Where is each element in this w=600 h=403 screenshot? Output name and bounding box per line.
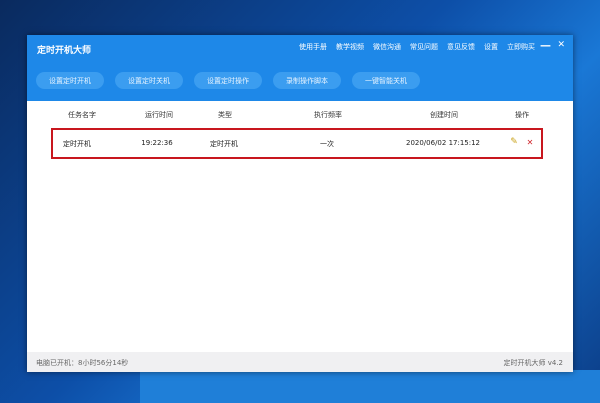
set-shutdown-button[interactable]: 设置定时关机 [115, 72, 183, 89]
col-frequency: 执行频率 [314, 111, 342, 119]
col-created: 创建时间 [430, 111, 458, 119]
uptime-text: 电脑已开机：8小时56分14秒 [36, 359, 129, 367]
task-name: 定时开机 [63, 140, 91, 148]
close-icon[interactable]: ✕ [557, 40, 565, 50]
app-window: 定时开机大师 使用手册 教学视频 微信沟通 常见问题 意见反馈 设置 立即购买 … [27, 35, 573, 372]
task-type: 定时开机 [210, 140, 238, 148]
menu-video[interactable]: 教学视频 [336, 42, 364, 52]
col-run-time: 运行时间 [145, 111, 173, 119]
menu-manual[interactable]: 使用手册 [299, 42, 327, 52]
menu-buy[interactable]: 立即购买 [507, 42, 535, 52]
version-text: 定时开机大师 v4.2 [503, 359, 564, 367]
created-time: 2020/06/02 17:15:12 [405, 139, 481, 147]
set-power-on-button[interactable]: 设置定时开机 [36, 72, 104, 89]
title-bar: 定时开机大师 使用手册 教学视频 微信沟通 常见问题 意见反馈 设置 立即购买 … [27, 35, 573, 101]
smart-shutdown-button[interactable]: 一键智能关机 [352, 72, 420, 89]
run-time: 19:22:36 [141, 139, 173, 147]
edit-icon[interactable]: ✎ [510, 137, 518, 147]
menu-wechat[interactable]: 微信沟通 [373, 42, 401, 52]
table-row[interactable]: 定时开机 19:22:36 定时开机 一次 2020/06/02 17:15:1… [51, 128, 543, 159]
status-bar: 电脑已开机：8小时56分14秒 定时开机大师 v4.2 [27, 352, 573, 372]
menu-faq[interactable]: 常见问题 [410, 42, 438, 52]
top-menu: 使用手册 教学视频 微信沟通 常见问题 意见反馈 设置 立即购买 [299, 42, 535, 52]
col-actions: 操作 [515, 111, 529, 119]
minimize-icon[interactable]: — [540, 39, 551, 52]
col-type: 类型 [218, 111, 232, 119]
app-title: 定时开机大师 [37, 46, 92, 56]
frequency: 一次 [320, 140, 334, 148]
menu-feedback[interactable]: 意见反馈 [447, 42, 475, 52]
menu-settings[interactable]: 设置 [484, 42, 498, 52]
delete-icon[interactable]: ✕ [527, 138, 534, 147]
table-header: 任务名字 运行时间 类型 执行频率 创建时间 操作 [27, 110, 573, 126]
set-operation-button[interactable]: 设置定时操作 [194, 72, 262, 89]
col-name: 任务名字 [68, 111, 96, 119]
record-script-button[interactable]: 录制操作脚本 [273, 72, 341, 89]
desktop-taskbar-area [140, 370, 600, 403]
